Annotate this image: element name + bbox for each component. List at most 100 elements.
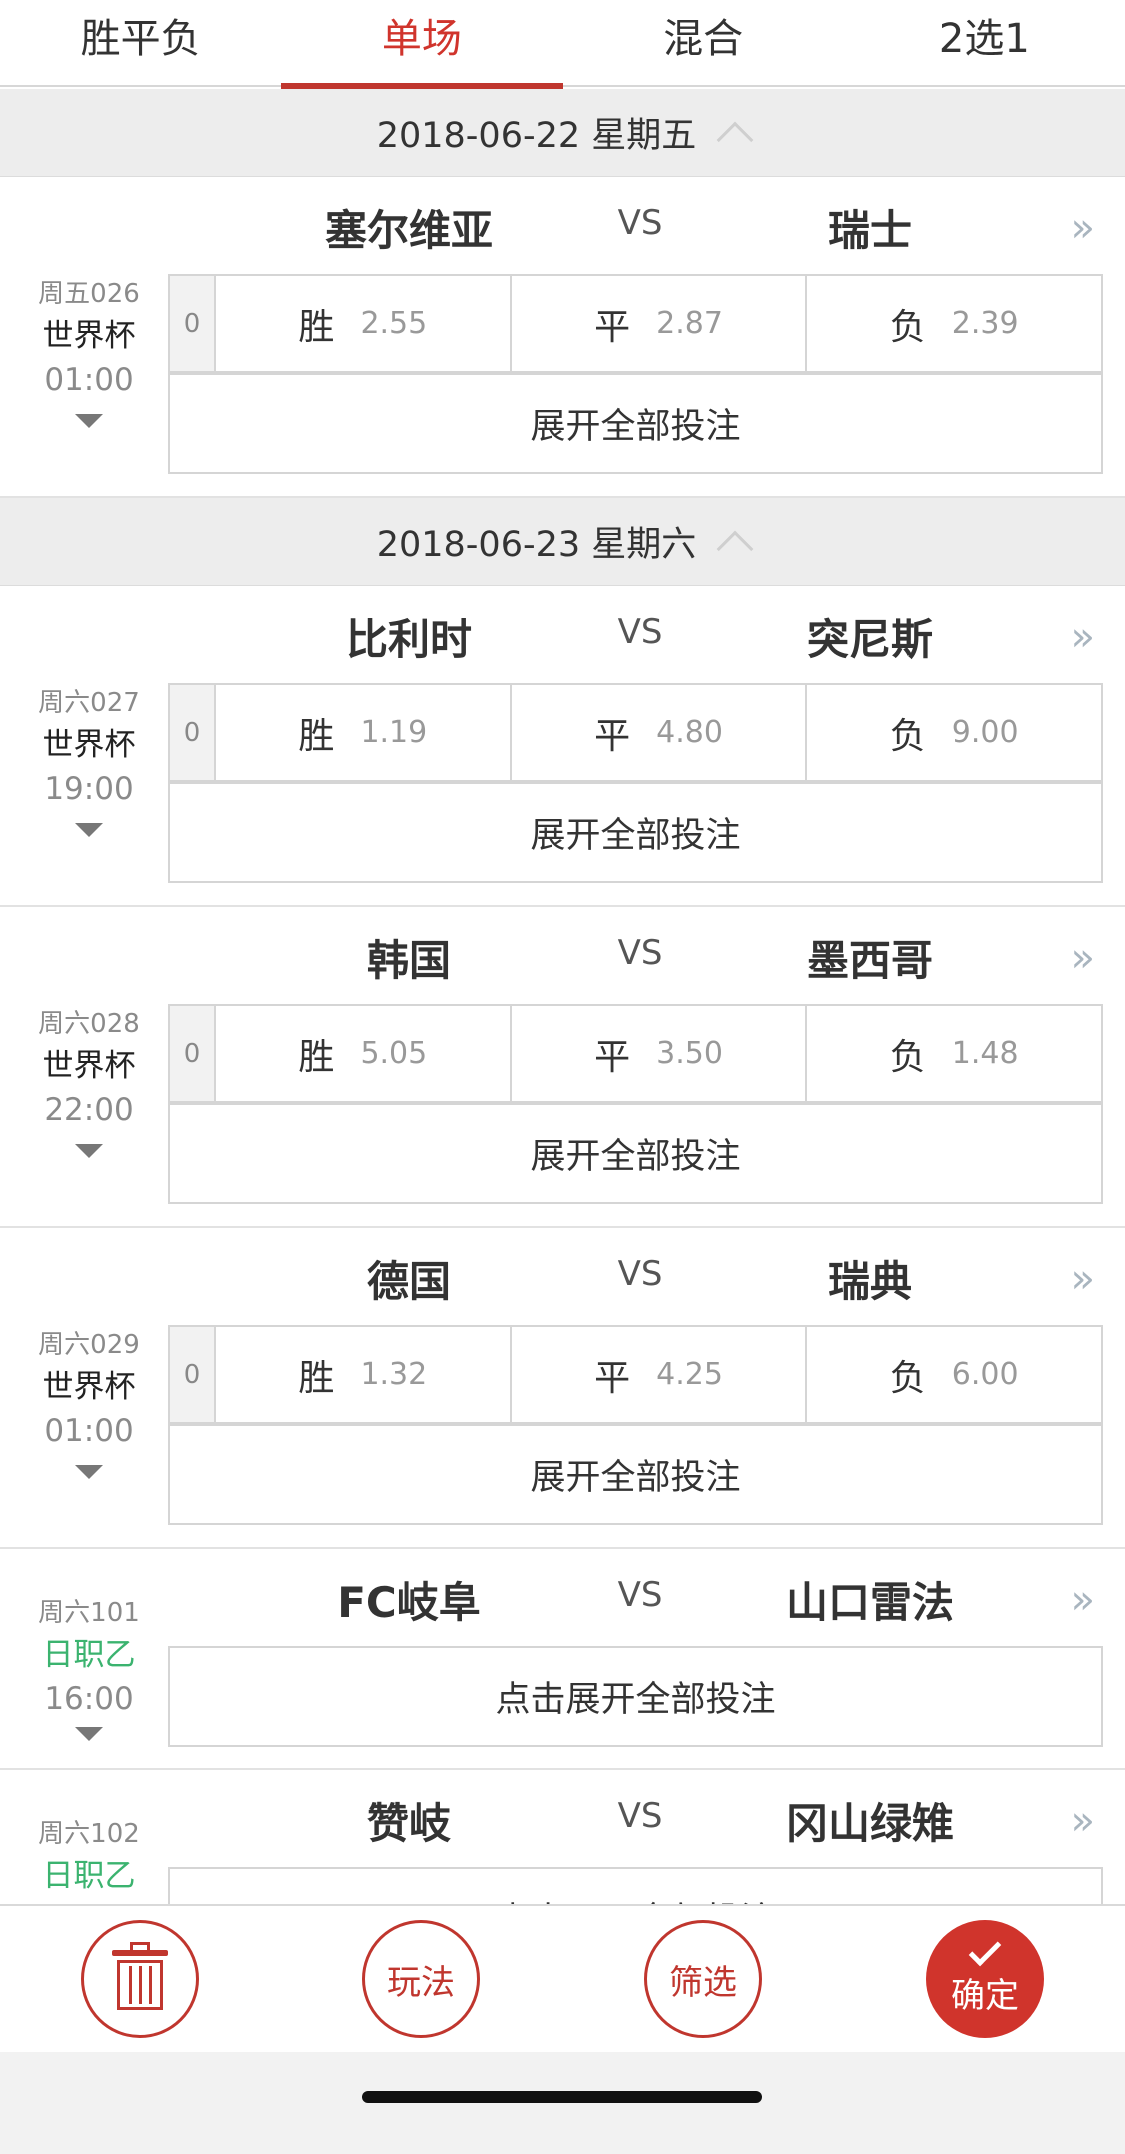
- away-team: 山口雷法: [785, 1578, 954, 1627]
- chevron-up-icon: [716, 121, 754, 158]
- odds-row: 0 胜 5.05 平 3.50 负 1.48: [168, 1004, 1103, 1103]
- tab-win-draw-lose[interactable]: 胜平负: [0, 0, 281, 87]
- date-header[interactable]: 2018-06-23 星期六: [0, 498, 1125, 586]
- match-info[interactable]: 周六028 世界杯 22:00: [0, 1004, 178, 1158]
- bottom-toolbar: 玩法 筛选 确定: [0, 1904, 1125, 2052]
- vs-label: VS: [617, 1254, 663, 1294]
- date-header[interactable]: 2018-06-22 星期五: [0, 89, 1125, 177]
- tab-choose-one-of-two[interactable]: 2选1: [844, 0, 1125, 87]
- match-code: 周六029: [38, 1330, 140, 1360]
- expand-all-bets-button[interactable]: 展开全部投注: [168, 1424, 1103, 1525]
- double-chevron-right-icon[interactable]: »: [1071, 1256, 1096, 1302]
- league-name: 世界杯: [42, 1369, 136, 1405]
- handicap-value: 0: [170, 276, 216, 371]
- odds-row: 0 胜 2.55 平 2.87 负 2.39: [168, 274, 1103, 373]
- expand-all-bets-button[interactable]: 点击展开全部投注: [168, 1867, 1103, 1904]
- double-chevron-right-icon[interactable]: »: [1071, 614, 1096, 660]
- odds-value: 3.50: [656, 1036, 723, 1071]
- expand-all-bets-button[interactable]: 点击展开全部投注: [168, 1646, 1103, 1747]
- odds-draw-cell[interactable]: 平 4.80: [512, 685, 808, 780]
- match-info[interactable]: 周六027 世界杯 19:00: [0, 683, 178, 837]
- away-team: 瑞士: [827, 206, 912, 255]
- tab-mixed[interactable]: 混合: [563, 0, 844, 87]
- match-code: 周六027: [38, 688, 140, 718]
- handicap-value: 0: [170, 685, 216, 780]
- odds-draw-cell[interactable]: 平 3.50: [512, 1006, 808, 1101]
- odds-value: 4.25: [656, 1357, 723, 1392]
- odds-label: 负: [889, 1357, 926, 1399]
- odds-row: 0 胜 1.19 平 4.80 负 9.00: [168, 683, 1103, 782]
- match-time: 16:00: [44, 1681, 134, 1717]
- odds-label: 负: [889, 715, 926, 757]
- trash-icon: [112, 1942, 168, 2010]
- filter-button[interactable]: 筛选: [644, 1920, 762, 2038]
- odds-lose-cell[interactable]: 负 9.00: [807, 685, 1101, 780]
- match-time: 01:00: [44, 362, 134, 398]
- odds-value: 6.00: [951, 1357, 1019, 1392]
- odds-lose-cell[interactable]: 负 1.48: [807, 1006, 1101, 1101]
- expand-all-bets-button[interactable]: 展开全部投注: [168, 1103, 1103, 1204]
- odds-row: 0 胜 1.32 平 4.25 负 6.00: [168, 1325, 1103, 1424]
- home-team: 赞岐: [366, 1799, 451, 1848]
- home-indicator[interactable]: [362, 2091, 762, 2103]
- away-team: 瑞典: [827, 1257, 912, 1306]
- odds-value: 2.87: [656, 306, 723, 341]
- odds-win-cell[interactable]: 胜 1.32: [216, 1327, 512, 1422]
- odds-win-cell[interactable]: 胜 1.19: [216, 685, 512, 780]
- odds-value: 2.39: [951, 306, 1019, 341]
- match-code: 周六101: [38, 1598, 140, 1628]
- odds-lose-cell[interactable]: 负 2.39: [807, 276, 1101, 371]
- double-chevron-right-icon[interactable]: »: [1071, 935, 1096, 981]
- odds-label: 平: [594, 715, 631, 757]
- odds-value: 1.19: [360, 715, 428, 750]
- match-info[interactable]: 周六102 日职乙: [0, 1814, 178, 1898]
- home-indicator-area: [0, 2052, 1125, 2154]
- match-info[interactable]: 周六029 世界杯 01:00: [0, 1325, 178, 1479]
- league-name: 世界杯: [42, 1048, 136, 1084]
- odds-label: 胜: [298, 1357, 335, 1399]
- double-chevron-right-icon[interactable]: »: [1071, 205, 1096, 251]
- odds-draw-cell[interactable]: 平 4.25: [512, 1327, 808, 1422]
- home-team: 比利时: [345, 615, 472, 664]
- match-code: 周五026: [38, 279, 140, 309]
- caret-down-icon: [75, 414, 103, 428]
- expand-all-bets-button[interactable]: 展开全部投注: [168, 373, 1103, 474]
- confirm-label: 确定: [951, 1975, 1019, 2016]
- caret-down-icon: [75, 1727, 103, 1741]
- odds-value: 4.80: [656, 715, 723, 750]
- match-code: 周六102: [38, 1819, 140, 1849]
- match-code: 周六028: [38, 1009, 140, 1039]
- double-chevron-right-icon[interactable]: »: [1071, 1798, 1096, 1844]
- league-name: 日职乙: [42, 1858, 136, 1894]
- caret-down-icon: [75, 823, 103, 837]
- away-team: 突尼斯: [806, 615, 933, 664]
- match-row: 韩国 VS 墨西哥 » 周六028 世界杯 22:00 0 胜 5.05 平 3.5…: [0, 907, 1125, 1228]
- odds-lose-cell[interactable]: 负 6.00: [807, 1327, 1101, 1422]
- expand-all-bets-button[interactable]: 展开全部投注: [168, 782, 1103, 883]
- odds-value: 9.00: [951, 715, 1019, 750]
- caret-down-icon: [75, 1465, 103, 1479]
- odds-label: 胜: [298, 715, 335, 757]
- match-list[interactable]: 2018-06-22 星期五 塞尔维亚 VS 瑞士 » 周五026 世界杯 01…: [0, 89, 1125, 1904]
- play-method-label: 玩法: [387, 1962, 455, 2003]
- date-label: 2018-06-22 星期五: [376, 116, 697, 156]
- play-method-button[interactable]: 玩法: [362, 1920, 480, 2038]
- match-row: 比利时 VS 突尼斯 » 周六027 世界杯 19:00 0 胜 1.19 平 4.…: [0, 586, 1125, 907]
- clear-button[interactable]: [81, 1920, 199, 2038]
- tab-single[interactable]: 单场: [281, 0, 563, 89]
- double-chevron-right-icon[interactable]: »: [1071, 1577, 1096, 1623]
- home-team: 韩国: [366, 936, 451, 985]
- league-name: 日职乙: [42, 1637, 136, 1673]
- odds-win-cell[interactable]: 胜 5.05: [216, 1006, 512, 1101]
- odds-label: 胜: [298, 1036, 335, 1078]
- odds-draw-cell[interactable]: 平 2.87: [512, 276, 808, 371]
- odds-win-cell[interactable]: 胜 2.55: [216, 276, 512, 371]
- match-info[interactable]: 周五026 世界杯 01:00: [0, 274, 178, 428]
- match-info[interactable]: 周六101 日职乙 16:00: [0, 1593, 178, 1741]
- vs-label: VS: [617, 1575, 663, 1615]
- handicap-value: 0: [170, 1006, 216, 1101]
- confirm-button[interactable]: 确定: [926, 1920, 1044, 2038]
- odds-value: 5.05: [360, 1036, 428, 1071]
- filter-label: 筛选: [669, 1962, 737, 2003]
- odds-label: 负: [889, 306, 926, 348]
